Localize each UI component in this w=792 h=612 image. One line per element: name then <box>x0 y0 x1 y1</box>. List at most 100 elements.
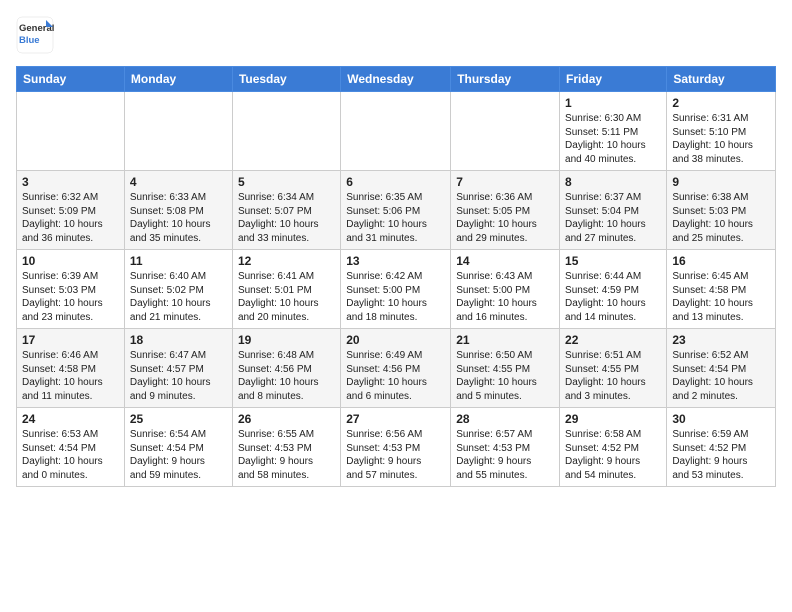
day-cell: 26 Sunrise: 6:55 AM Sunset: 4:53 PM Dayli… <box>232 408 340 487</box>
day-cell: 6Sunrise: 6:35 AM Sunset: 5:06 PM Daylig… <box>341 171 451 250</box>
day-number: 23 <box>672 333 770 347</box>
week-row-3: 10 Sunrise: 6:39 AM Sunset: 5:03 PM Dayli… <box>17 250 776 329</box>
day-cell: 4Sunrise: 6:33 AM Sunset: 5:08 PM Daylig… <box>124 171 232 250</box>
day-info: Sunrise: 6:50 AM Sunset: 4:55 PM Dayligh… <box>456 349 554 403</box>
day-info: Sunrise: 6:41 AM Sunset: 5:01 PM Dayligh… <box>238 270 335 324</box>
week-row-1: 1 Sunrise: 6:30 AM Sunset: 5:11 PM Daylig… <box>17 92 776 171</box>
day-info: Sunrise: 6:45 AM Sunset: 4:58 PM Dayligh… <box>672 270 770 324</box>
day-info: Sunrise: 6:47 AM Sunset: 4:57 PM Dayligh… <box>130 349 227 403</box>
day-cell: 22 Sunrise: 6:51 AM Sunset: 4:55 PM Dayli… <box>560 329 667 408</box>
day-number: 8 <box>565 175 661 189</box>
day-number: 27 <box>346 412 445 426</box>
day-info: Sunrise: 6:39 AM Sunset: 5:03 PM Dayligh… <box>22 270 119 324</box>
calendar-header: SundayMondayTuesdayWednesdayThursdayFrid… <box>17 67 776 92</box>
day-info: Sunrise: 6:44 AM Sunset: 4:59 PM Dayligh… <box>565 270 661 324</box>
day-cell: 19 Sunrise: 6:48 AM Sunset: 4:56 PM Dayli… <box>232 329 340 408</box>
header: General Blue <box>16 16 776 54</box>
day-cell: 15Sunrise: 6:44 AM Sunset: 4:59 PM Dayli… <box>560 250 667 329</box>
day-cell: 18 Sunrise: 6:47 AM Sunset: 4:57 PM Dayli… <box>124 329 232 408</box>
day-number: 30 <box>672 412 770 426</box>
day-number: 16 <box>672 254 770 268</box>
day-info: Sunrise: 6:31 AM Sunset: 5:10 PM Dayligh… <box>672 112 770 166</box>
day-cell: 20 Sunrise: 6:49 AM Sunset: 4:56 PM Dayli… <box>341 329 451 408</box>
day-info: Sunrise: 6:48 AM Sunset: 4:56 PM Dayligh… <box>238 349 335 403</box>
week-row-2: 3 Sunrise: 6:32 AM Sunset: 5:09 PM Daylig… <box>17 171 776 250</box>
day-info: Sunrise: 6:49 AM Sunset: 4:56 PM Dayligh… <box>346 349 445 403</box>
day-number: 5 <box>238 175 335 189</box>
day-number: 12 <box>238 254 335 268</box>
logo-icon: General Blue <box>16 16 54 54</box>
logo: General Blue <box>16 16 54 54</box>
day-number: 24 <box>22 412 119 426</box>
day-number: 1 <box>565 96 661 110</box>
day-info: Sunrise: 6:51 AM Sunset: 4:55 PM Dayligh… <box>565 349 661 403</box>
day-number: 3 <box>22 175 119 189</box>
day-info: Sunrise: 6:36 AM Sunset: 5:05 PM Dayligh… <box>456 191 554 245</box>
weekday-header-saturday: Saturday <box>667 67 776 92</box>
week-row-4: 17Sunrise: 6:46 AM Sunset: 4:58 PM Dayli… <box>17 329 776 408</box>
day-info: Sunrise: 6:53 AM Sunset: 4:54 PM Dayligh… <box>22 428 119 482</box>
day-info: Sunrise: 6:52 AM Sunset: 4:54 PM Dayligh… <box>672 349 770 403</box>
day-number: 21 <box>456 333 554 347</box>
day-info: Sunrise: 6:57 AM Sunset: 4:53 PM Dayligh… <box>456 428 554 482</box>
day-cell <box>341 92 451 171</box>
day-cell: 28 Sunrise: 6:57 AM Sunset: 4:53 PM Dayli… <box>451 408 560 487</box>
day-cell: 3 Sunrise: 6:32 AM Sunset: 5:09 PM Daylig… <box>17 171 125 250</box>
day-number: 13 <box>346 254 445 268</box>
day-cell: 8 Sunrise: 6:37 AM Sunset: 5:04 PM Daylig… <box>560 171 667 250</box>
day-number: 2 <box>672 96 770 110</box>
day-cell <box>124 92 232 171</box>
weekday-header-thursday: Thursday <box>451 67 560 92</box>
day-info: Sunrise: 6:30 AM Sunset: 5:11 PM Dayligh… <box>565 112 661 166</box>
day-number: 9 <box>672 175 770 189</box>
day-info: Sunrise: 6:33 AM Sunset: 5:08 PM Dayligh… <box>130 191 227 245</box>
day-info: Sunrise: 6:58 AM Sunset: 4:52 PM Dayligh… <box>565 428 661 482</box>
day-cell: 29Sunrise: 6:58 AM Sunset: 4:52 PM Dayli… <box>560 408 667 487</box>
day-number: 10 <box>22 254 119 268</box>
day-cell: 9 Sunrise: 6:38 AM Sunset: 5:03 PM Daylig… <box>667 171 776 250</box>
day-number: 18 <box>130 333 227 347</box>
day-cell <box>451 92 560 171</box>
day-number: 26 <box>238 412 335 426</box>
day-cell <box>17 92 125 171</box>
day-cell: 30 Sunrise: 6:59 AM Sunset: 4:52 PM Dayli… <box>667 408 776 487</box>
day-number: 22 <box>565 333 661 347</box>
weekday-header-tuesday: Tuesday <box>232 67 340 92</box>
day-number: 7 <box>456 175 554 189</box>
page: General Blue SundayMondayTuesdayWednesda… <box>0 0 792 497</box>
day-info: Sunrise: 6:42 AM Sunset: 5:00 PM Dayligh… <box>346 270 445 324</box>
day-number: 19 <box>238 333 335 347</box>
day-cell: 12 Sunrise: 6:41 AM Sunset: 5:01 PM Dayli… <box>232 250 340 329</box>
day-info: Sunrise: 6:34 AM Sunset: 5:07 PM Dayligh… <box>238 191 335 245</box>
calendar: SundayMondayTuesdayWednesdayThursdayFrid… <box>16 66 776 487</box>
day-cell: 24 Sunrise: 6:53 AM Sunset: 4:54 PM Dayli… <box>17 408 125 487</box>
day-info: Sunrise: 6:32 AM Sunset: 5:09 PM Dayligh… <box>22 191 119 245</box>
day-info: Sunrise: 6:54 AM Sunset: 4:54 PM Dayligh… <box>130 428 227 482</box>
week-row-5: 24 Sunrise: 6:53 AM Sunset: 4:54 PM Dayli… <box>17 408 776 487</box>
weekday-header-row: SundayMondayTuesdayWednesdayThursdayFrid… <box>17 67 776 92</box>
day-cell: 11Sunrise: 6:40 AM Sunset: 5:02 PM Dayli… <box>124 250 232 329</box>
day-info: Sunrise: 6:38 AM Sunset: 5:03 PM Dayligh… <box>672 191 770 245</box>
day-number: 14 <box>456 254 554 268</box>
weekday-header-wednesday: Wednesday <box>341 67 451 92</box>
day-cell: 1 Sunrise: 6:30 AM Sunset: 5:11 PM Daylig… <box>560 92 667 171</box>
day-cell: 16 Sunrise: 6:45 AM Sunset: 4:58 PM Dayli… <box>667 250 776 329</box>
day-info: Sunrise: 6:59 AM Sunset: 4:52 PM Dayligh… <box>672 428 770 482</box>
day-number: 28 <box>456 412 554 426</box>
day-cell: 5 Sunrise: 6:34 AM Sunset: 5:07 PM Daylig… <box>232 171 340 250</box>
day-info: Sunrise: 6:37 AM Sunset: 5:04 PM Dayligh… <box>565 191 661 245</box>
day-cell: 27Sunrise: 6:56 AM Sunset: 4:53 PM Dayli… <box>341 408 451 487</box>
day-info: Sunrise: 6:40 AM Sunset: 5:02 PM Dayligh… <box>130 270 227 324</box>
weekday-header-monday: Monday <box>124 67 232 92</box>
day-number: 6 <box>346 175 445 189</box>
day-cell: 14 Sunrise: 6:43 AM Sunset: 5:00 PM Dayli… <box>451 250 560 329</box>
day-number: 17 <box>22 333 119 347</box>
day-cell <box>232 92 340 171</box>
day-number: 20 <box>346 333 445 347</box>
svg-text:Blue: Blue <box>19 35 40 46</box>
day-cell: 17Sunrise: 6:46 AM Sunset: 4:58 PM Dayli… <box>17 329 125 408</box>
day-info: Sunrise: 6:55 AM Sunset: 4:53 PM Dayligh… <box>238 428 335 482</box>
day-cell: 7 Sunrise: 6:36 AM Sunset: 5:05 PM Daylig… <box>451 171 560 250</box>
day-info: Sunrise: 6:43 AM Sunset: 5:00 PM Dayligh… <box>456 270 554 324</box>
day-cell: 23 Sunrise: 6:52 AM Sunset: 4:54 PM Dayli… <box>667 329 776 408</box>
